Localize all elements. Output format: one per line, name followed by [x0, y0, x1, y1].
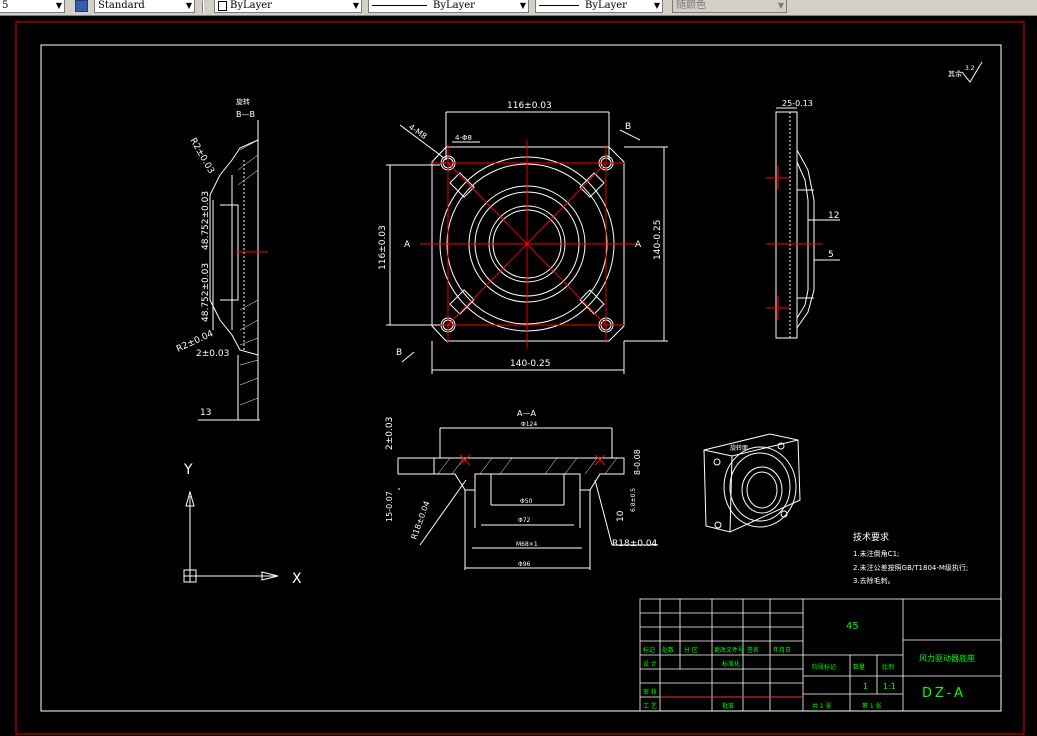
tech-req-line3: 3.去除毛刺。: [853, 576, 895, 585]
dim-aa-r18-right-text: R18±0.04: [612, 539, 658, 549]
isometric-view: 旋转面: [703, 433, 801, 533]
dim-aa-left-text: 2±0.03: [385, 417, 395, 450]
chevron-down-icon[interactable]: ▼: [520, 0, 526, 12]
r-design: 设 计: [643, 660, 657, 668]
dim-right-height-text: 140-0.25: [653, 220, 663, 260]
linetype-combo[interactable]: ByLayer ▼: [368, 0, 529, 13]
plot-style-text: 随颜色: [676, 0, 706, 11]
separator: [202, 1, 204, 13]
surface-roughness-symbol: 其余 3.2: [948, 61, 983, 83]
dim-r2-top-text: R2±0.03: [187, 137, 215, 176]
text-style-icon[interactable]: [75, 0, 88, 12]
dim-holes2-text: 4-Φ8: [455, 134, 472, 142]
color-text: ByLayer: [230, 0, 272, 11]
text-style-text: Standard: [98, 0, 145, 11]
section-aa-view: A—A Φ124 Φ50 Φ72 M68×1 Φ96 2±0.03 15-0.0…: [385, 409, 658, 570]
chevron-down-icon[interactable]: ▼: [778, 0, 784, 12]
drawing-frame: [40, 44, 1002, 712]
dim-aa-r18-left-text: R18±0.04: [409, 500, 431, 541]
side-view: 25-0.13 12 5: [766, 99, 840, 339]
surface-mark-text: 其余: [948, 69, 962, 78]
paper-border: [15, 21, 1025, 735]
color-swatch-icon: [218, 0, 227, 11]
lineweight-text: ByLayer: [585, 0, 627, 11]
h-doc: 更改文件号: [714, 646, 744, 654]
first-value-text: 5: [2, 0, 9, 11]
h-count: 处数: [662, 646, 674, 654]
dim-side-top-text: 25-0.13: [782, 99, 813, 108]
text-style-combo[interactable]: Standard ▼: [94, 0, 195, 13]
chevron-down-icon[interactable]: ▼: [186, 0, 192, 12]
dim-side-5-text: 5: [828, 250, 834, 260]
dim-aa-10-text: 10: [616, 510, 626, 522]
h-mark: 标记: [643, 646, 655, 654]
qty-value: 1: [863, 682, 868, 691]
qty-label: 数量: [853, 663, 865, 671]
h-date: 年月日: [773, 646, 791, 654]
tech-req-line2: 2.未注公差按照GB/T1804-M级执行;: [853, 563, 968, 572]
h-sign: 签名: [747, 646, 759, 654]
section-aa-title: A—A: [517, 409, 536, 418]
r-process: 工 艺: [643, 702, 657, 710]
dim-aa-phi72-text: Φ72: [518, 517, 531, 524]
sheet-no: 第 1 张: [862, 702, 882, 710]
section-bb-title2: B—B: [236, 110, 255, 119]
label-b-bottom: B: [396, 348, 402, 358]
section-bb-view: 旋转 B—B 13 R2±0.03 48.752±0.03 48.752±0.0…: [175, 97, 268, 421]
dim-48752-top-text: 48.752±0.03: [201, 191, 211, 250]
dim-aa-phi-text: Φ124: [521, 421, 537, 428]
axis-x-label: X: [292, 571, 302, 587]
technical-requirements: 技术要求 1.未注倒角C1; 2.未注公差按照GB/T1804-M级执行; 3.…: [853, 531, 968, 585]
dim-aa-phi96-text: Φ96: [518, 561, 531, 568]
title-block: 45 风力驱动器底座 DZ-A 阶段标记 数量 比例 共 1 张 第 1 张 标…: [639, 598, 1002, 712]
lineweight-sample-icon: [539, 5, 579, 6]
part-name-text: 风力驱动器底座: [919, 653, 975, 663]
dim-aa-side-text: 6.8±0.5: [630, 488, 637, 512]
label-b-top: B: [625, 122, 631, 132]
r-std: 标准化: [722, 660, 740, 668]
chevron-down-icon[interactable]: ▼: [353, 0, 359, 12]
properties-toolbar: 5 ▼ Standard ▼ ByLayer ▼ ByLayer ▼ ByLayer ▼ …: [0, 0, 1037, 16]
tech-req-line1: 1.未注倒角C1;: [853, 549, 899, 558]
dim-13-text: 13: [200, 408, 211, 418]
dim-2-bottom-text: 2±0.03: [196, 349, 229, 359]
lineweight-combo[interactable]: ByLayer ▼: [535, 0, 663, 13]
iso-label-text: 旋转面: [730, 444, 748, 452]
axis-y-label: Y: [183, 462, 193, 478]
label-a-right: A: [635, 240, 642, 250]
top-view: 116±0.03 4-M8 4-Φ8 116±0.03 140-0.25 140…: [378, 101, 668, 374]
ucs-icon: Y X: [183, 462, 302, 587]
scale-value: 1:1: [883, 682, 896, 691]
dim-top-width-text: 116±0.03: [507, 101, 552, 111]
tech-req-title: 技术要求: [853, 531, 889, 543]
scale-label: 比例: [882, 663, 894, 671]
h-zone: 分 区: [684, 646, 698, 654]
dim-side-12-text: 12: [828, 211, 839, 221]
drawing-canvas[interactable]: 其余 3.2 旋转 B—B 13 R2±0.03 48.752±0.03 48.…: [0, 16, 1037, 736]
chevron-down-icon[interactable]: ▼: [56, 0, 62, 12]
material-text: 45: [846, 621, 859, 632]
dim-bottom-width-text: 140-0.25: [510, 359, 550, 369]
dim-48752-bottom-text: 48.752±0.03: [201, 263, 211, 322]
linetype-text: ByLayer: [433, 0, 475, 11]
dim-aa-m68-text: M68×1: [516, 541, 538, 548]
chevron-down-icon[interactable]: ▼: [654, 0, 660, 12]
linetype-sample-icon: [372, 5, 427, 6]
dim-left-height-text: 116±0.03: [378, 225, 388, 270]
first-value-combo[interactable]: 5 ▼: [0, 0, 65, 13]
dim-aa-15-text: 15-0.07: [385, 491, 394, 522]
r-check: 审 核: [643, 688, 657, 696]
plot-style-combo[interactable]: 随颜色 ▼: [672, 0, 787, 13]
surface-value-text: 3.2: [965, 65, 975, 72]
stage-label: 阶段标记: [812, 663, 836, 671]
color-combo[interactable]: ByLayer ▼: [214, 0, 362, 13]
r-approve: 批准: [722, 702, 734, 710]
dim-aa-right-top-text: 8-0.08: [633, 449, 642, 475]
sheets-total: 共 1 张: [812, 702, 832, 710]
drawing-no-text: DZ-A: [922, 686, 966, 701]
section-bb-title1: 旋转: [236, 97, 250, 106]
dim-aa-phi50-text: Φ50: [520, 498, 533, 505]
label-a-left: A: [404, 240, 411, 250]
